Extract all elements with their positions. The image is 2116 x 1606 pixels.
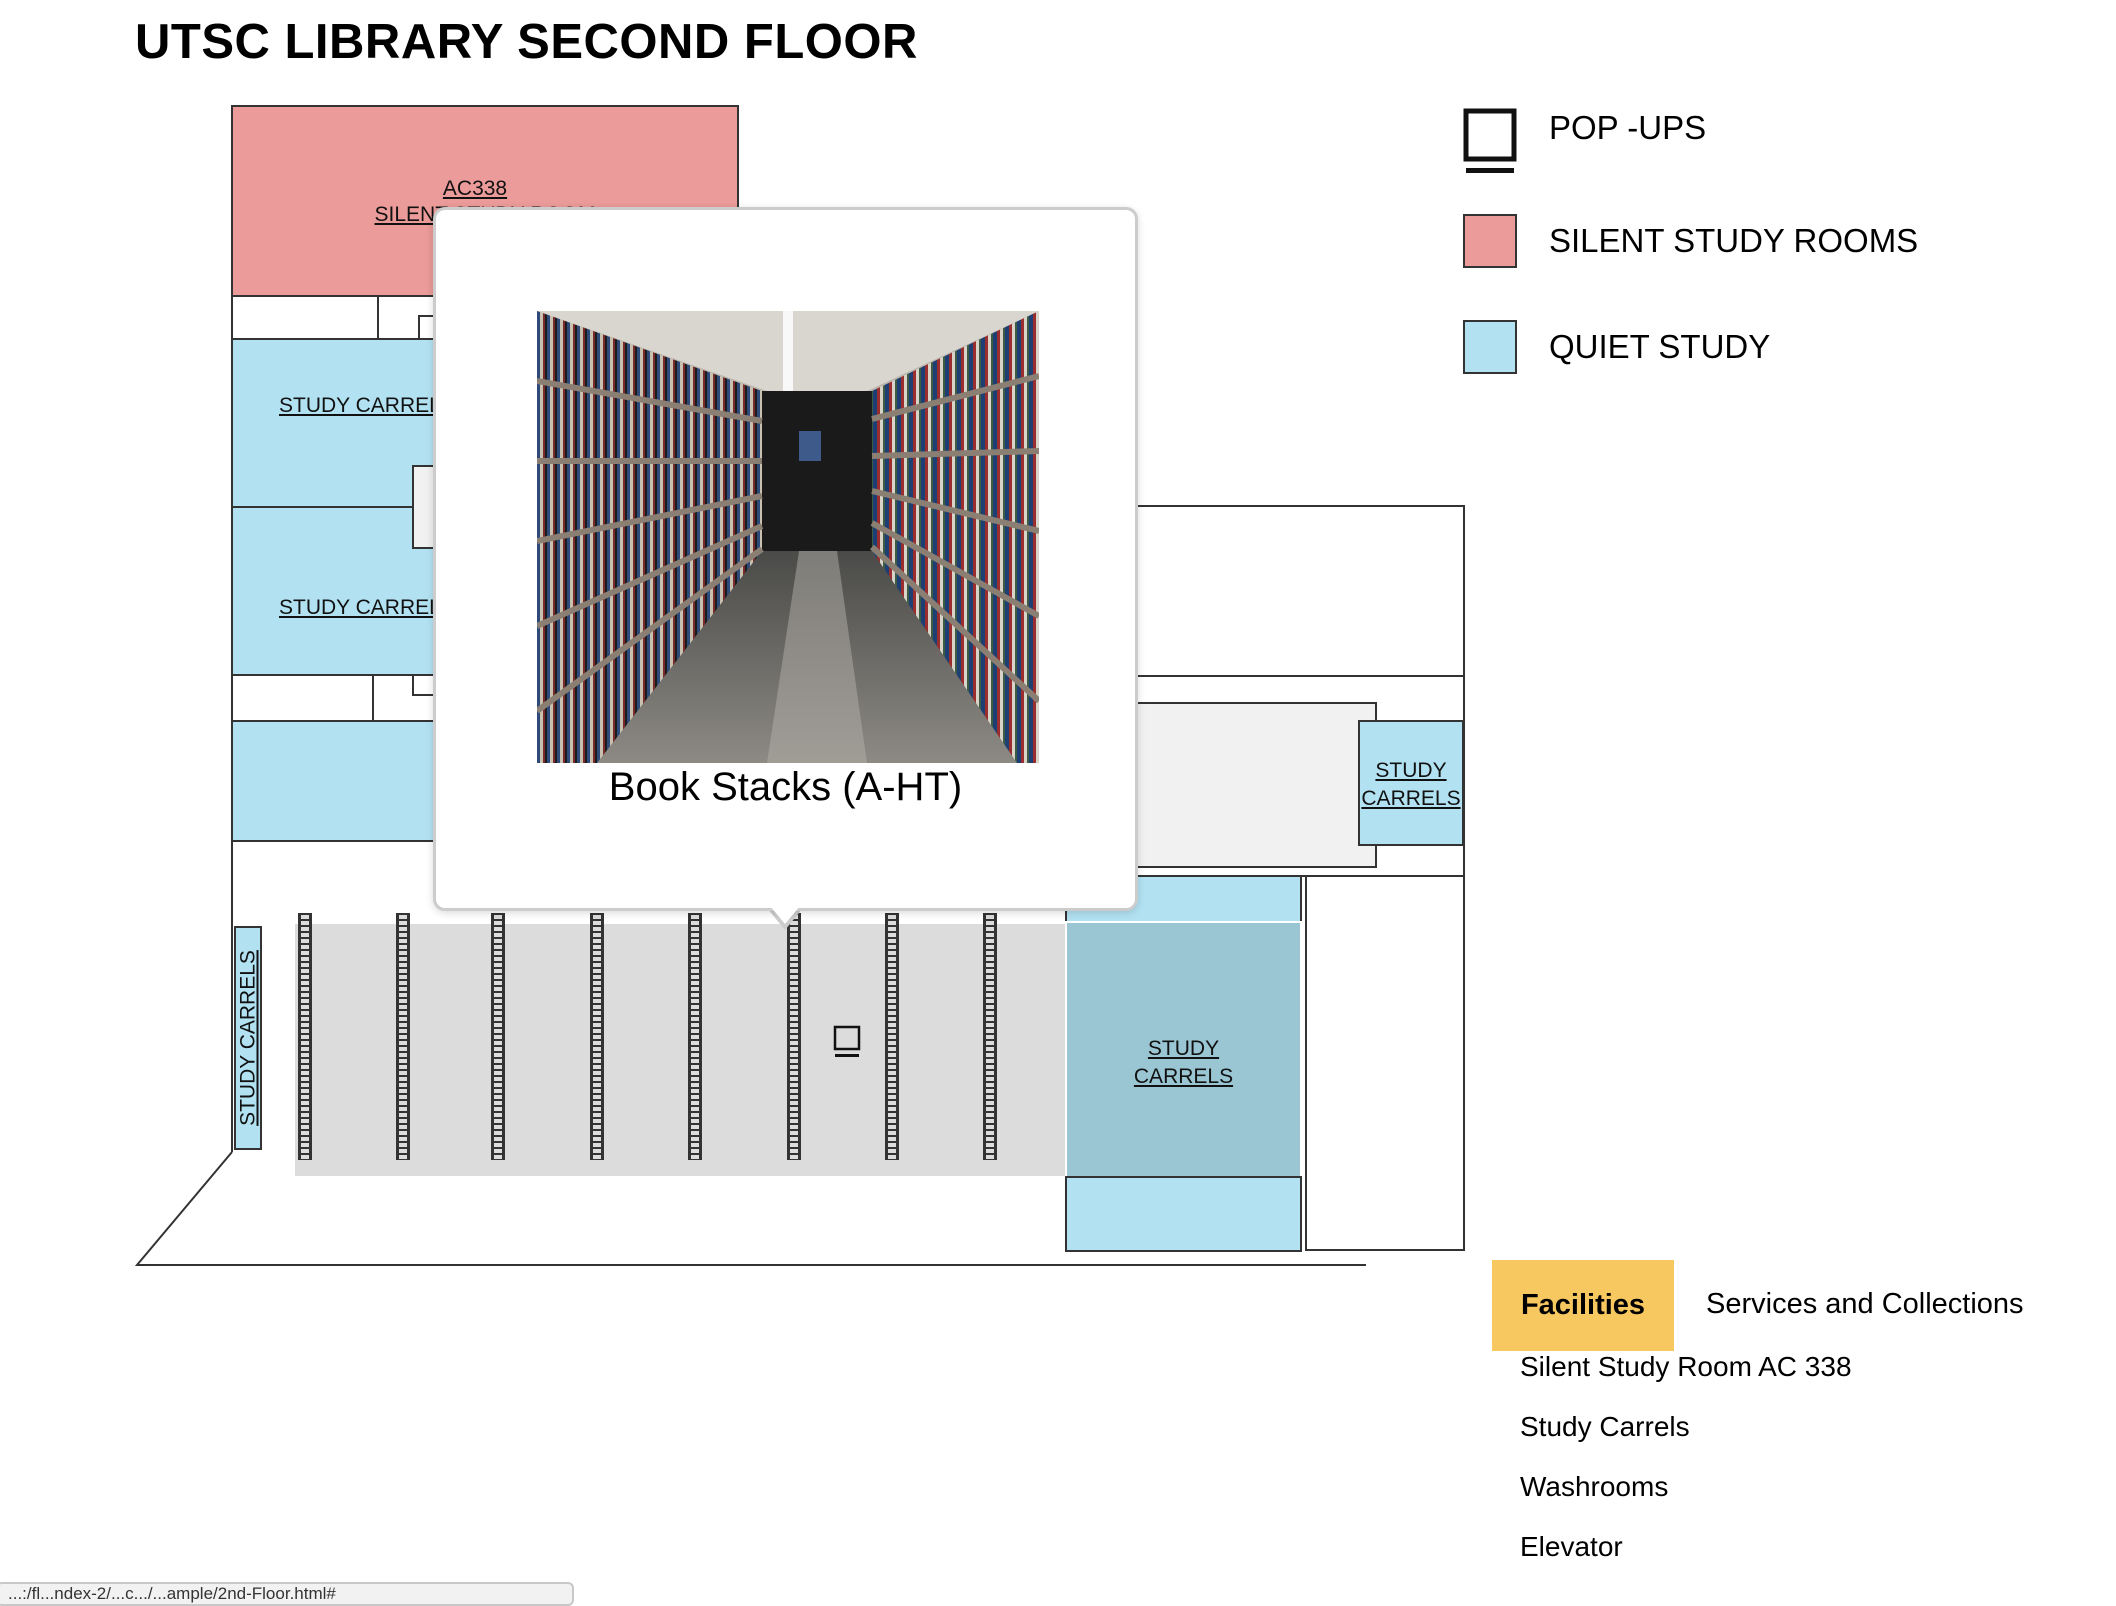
legend-quiet-label: QUIET STUDY [1549, 328, 1771, 365]
silent-swatch [1463, 214, 1517, 268]
book-stacks-photo [537, 311, 1039, 763]
popup-caption: Book Stacks (A-HT) [608, 765, 963, 809]
tab-services-and-collections[interactable]: Services and Collections [1706, 1288, 2024, 1321]
book-stacks-popup[interactable]: Book Stacks (A-HT) [433, 207, 1138, 911]
legend-popups: POP -UPS [1463, 108, 1706, 178]
facility-washrooms[interactable]: Washrooms [1520, 1471, 1668, 1503]
legend-silent: SILENT STUDY ROOMS [1463, 214, 1918, 268]
status-bar-url: ...:/fl...ndex-2/...c.../...ample/2nd-Fl… [0, 1582, 574, 1606]
legend-silent-label: SILENT STUDY ROOMS [1549, 222, 1919, 259]
facility-silent-study-room[interactable]: Silent Study Room AC 338 [1520, 1351, 1852, 1383]
tab-facilities[interactable]: Facilities [1492, 1260, 1674, 1351]
popup-arrow-fill [770, 906, 800, 924]
quiet-swatch [1463, 320, 1517, 374]
facility-elevator[interactable]: Elevator [1520, 1531, 1623, 1563]
facility-study-carrels[interactable]: Study Carrels [1520, 1411, 1690, 1443]
popup-legend-icon [1463, 108, 1517, 178]
legend-popups-label: POP -UPS [1549, 109, 1707, 146]
legend-quiet: QUIET STUDY [1463, 320, 1770, 374]
